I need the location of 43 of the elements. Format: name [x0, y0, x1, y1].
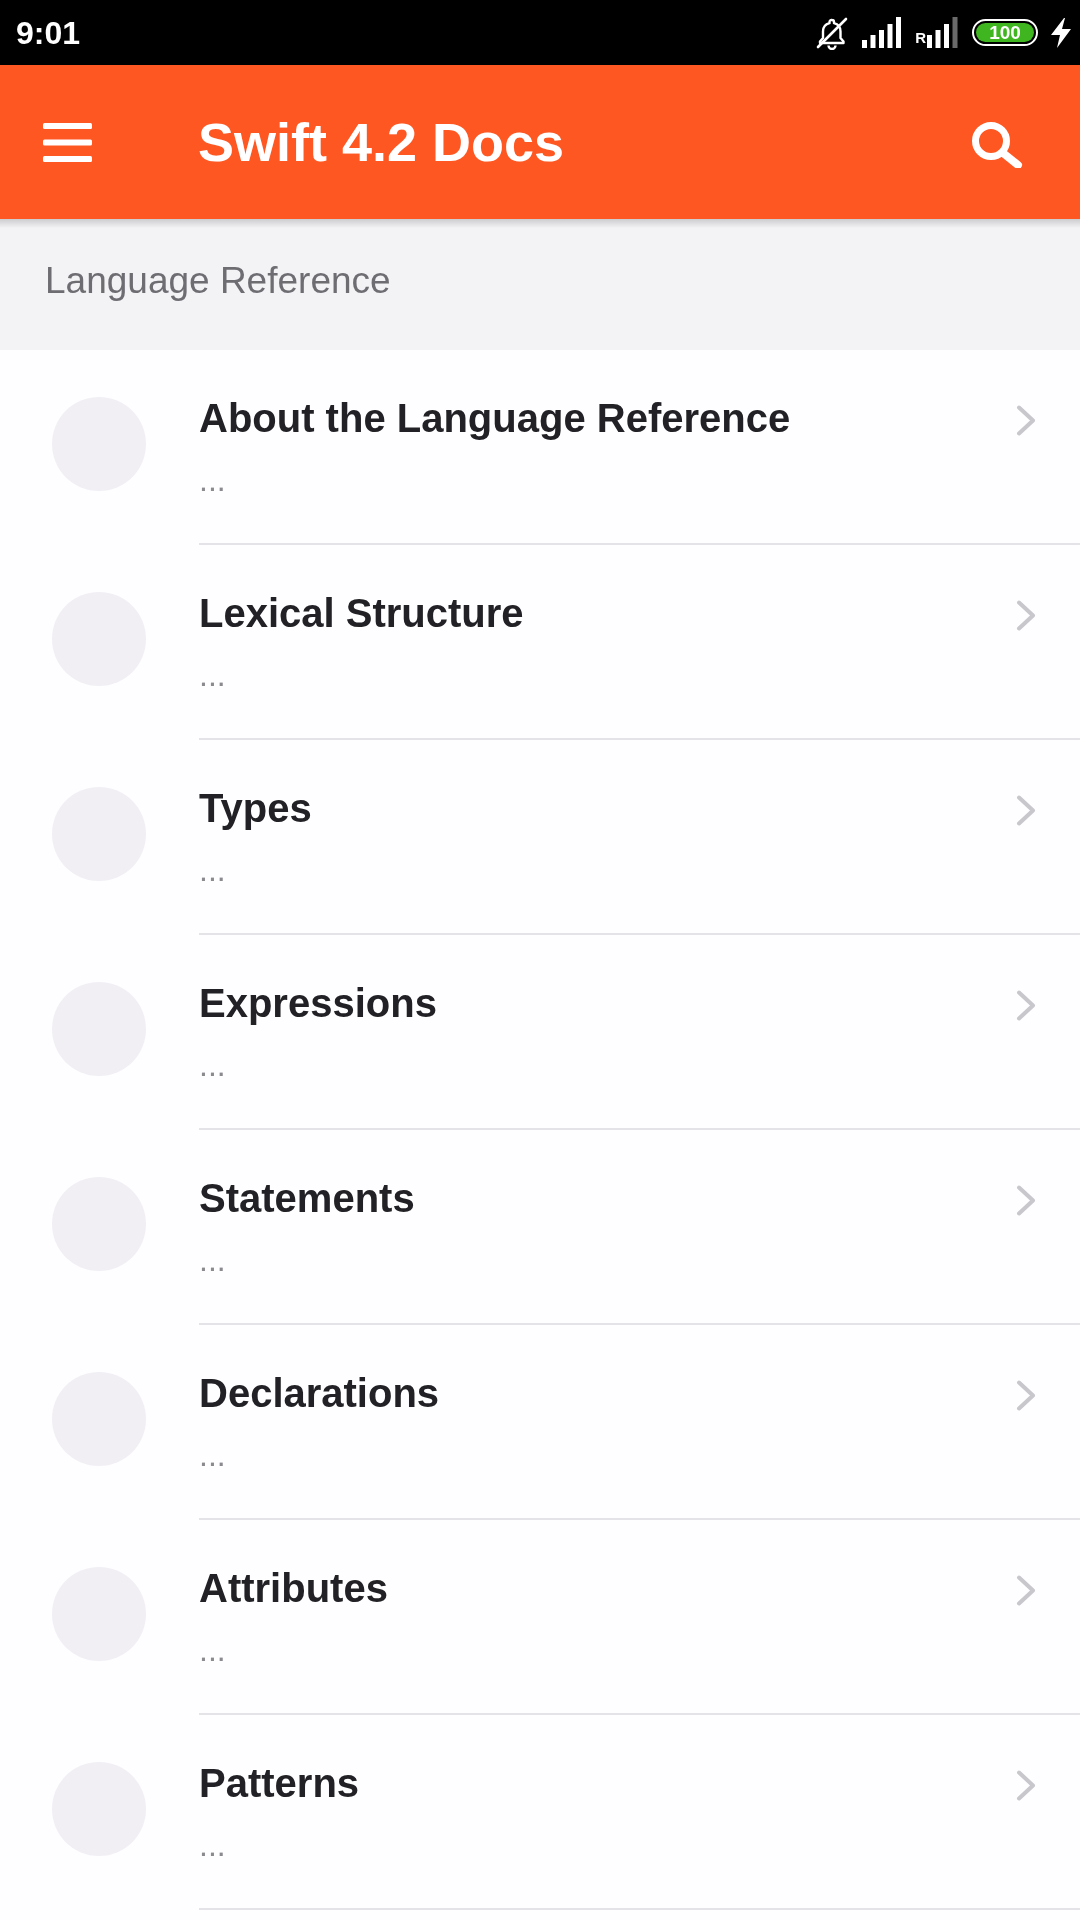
search-icon[interactable]: [971, 120, 1023, 168]
roaming-label: R: [915, 29, 926, 45]
section-header: Language Reference: [0, 219, 1080, 350]
item-title: Statements: [199, 1175, 416, 1222]
item-subtitle: ...: [199, 464, 227, 496]
item-subtitle: ...: [199, 854, 227, 886]
charging-bolt-icon: [1051, 17, 1071, 48]
chevron-right-icon: [1016, 1770, 1036, 1801]
battery-indicator: 100: [972, 19, 1038, 46]
menu-icon[interactable]: [43, 122, 92, 162]
item-title: Lexical Structure: [199, 590, 525, 637]
list-item[interactable]: Expressions ...: [0, 935, 1080, 1130]
item-title: About the Language Reference: [199, 395, 792, 442]
list-item[interactable]: About the Language Reference ...: [0, 350, 1080, 545]
item-title: Expressions: [199, 980, 438, 1027]
signal-icon: [927, 17, 959, 48]
item-subtitle: ...: [199, 1049, 227, 1081]
chevron-right-icon: [1016, 405, 1036, 436]
status-time: 9:01: [16, 16, 81, 49]
item-title: Patterns: [199, 1760, 361, 1807]
chevron-right-icon: [1016, 1380, 1036, 1411]
list-item[interactable]: Lexical Structure ...: [0, 545, 1080, 740]
item-subtitle: ...: [199, 1439, 227, 1471]
signal-icon: [862, 17, 903, 48]
list-item[interactable]: Declarations ...: [0, 1325, 1080, 1520]
item-title: Declarations: [199, 1370, 441, 1417]
list-item[interactable]: Statements ...: [0, 1130, 1080, 1325]
list-item[interactable]: Attributes ...: [0, 1520, 1080, 1715]
list-item[interactable]: Patterns ...: [0, 1715, 1080, 1910]
item-subtitle: ...: [199, 659, 227, 691]
item-subtitle: ...: [199, 1634, 227, 1666]
item-subtitle: ...: [199, 1829, 227, 1861]
list-item[interactable]: Types ...: [0, 740, 1080, 935]
chevron-right-icon: [1016, 990, 1036, 1021]
item-title: Attributes: [199, 1565, 389, 1612]
chevron-right-icon: [1016, 795, 1036, 826]
item-subtitle: ...: [199, 1244, 227, 1276]
item-title: Types: [199, 785, 313, 832]
app-title: Swift 4.2 Docs: [198, 110, 565, 174]
chevron-right-icon: [1016, 600, 1036, 631]
chevron-right-icon: [1016, 1185, 1036, 1216]
muted-bell-icon: [815, 15, 850, 50]
chevron-right-icon: [1016, 1575, 1036, 1606]
